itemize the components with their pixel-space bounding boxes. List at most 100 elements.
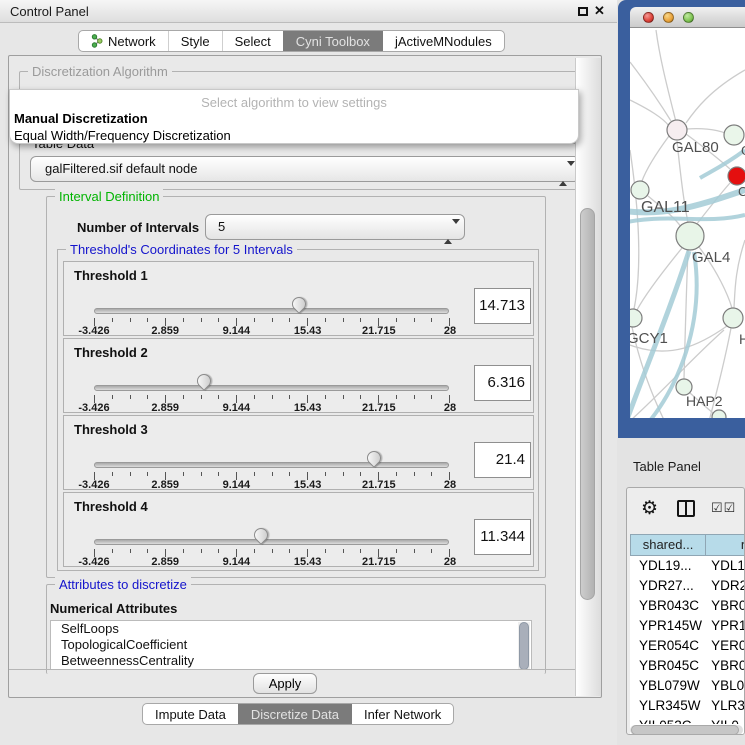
network-node[interactable] xyxy=(724,125,744,145)
tick xyxy=(130,395,131,399)
footer-divider xyxy=(9,669,601,670)
network-edge[interactable] xyxy=(687,129,725,133)
checkboxes-icon[interactable]: ☑☑ xyxy=(711,500,736,516)
tick xyxy=(431,318,432,322)
columns-icon[interactable] xyxy=(677,500,695,517)
float-panel-icon[interactable] xyxy=(578,7,588,16)
table-row-ylr345w[interactable]: YLR345WYLR3 xyxy=(630,696,745,716)
tick xyxy=(289,395,290,399)
tick xyxy=(147,395,148,399)
threshold-slider-track-4[interactable] xyxy=(94,539,449,545)
scale-label-28: 28 xyxy=(444,325,456,337)
table-row-ybl079w[interactable]: YBL079WYBL0 xyxy=(630,676,745,696)
minimize-window-icon[interactable] xyxy=(663,12,674,23)
cell-shared-name: YBR045C xyxy=(630,656,706,676)
threshold-value-field-2[interactable]: 6.316 xyxy=(474,365,531,401)
apply-button[interactable]: Apply xyxy=(253,673,317,694)
tick xyxy=(272,318,273,322)
table-row-ybr045c[interactable]: YBR045CYBR0 xyxy=(630,656,745,676)
attributes-list-scrollbar[interactable] xyxy=(518,622,530,670)
threshold-slider-track-1[interactable] xyxy=(94,308,449,314)
network-node[interactable] xyxy=(667,120,687,140)
tab-select[interactable]: Select xyxy=(222,31,283,51)
attribute-item-selfloops[interactable]: SelfLoops xyxy=(51,621,531,637)
cell-shared-name: YLR345W xyxy=(630,696,706,716)
cell-name: YDR2 xyxy=(706,576,745,596)
network-node[interactable] xyxy=(723,308,743,328)
network-node[interactable] xyxy=(712,410,726,418)
close-panel-icon[interactable]: ✕ xyxy=(594,3,605,19)
network-edge[interactable] xyxy=(637,248,682,310)
table-row-ydl19[interactable]: YDL19...YDL1 xyxy=(630,556,745,576)
attribute-item-betweennesscentrality[interactable]: BetweennessCentrality xyxy=(51,653,531,669)
cell-name: YBL0 xyxy=(706,676,745,696)
tab-impute-data[interactable]: Impute Data xyxy=(143,704,238,724)
network-node[interactable] xyxy=(728,167,745,185)
table-hscroll-thumb[interactable] xyxy=(631,725,739,735)
tick xyxy=(396,549,397,553)
network-canvas[interactable]: GAL80G.CGAL11GAL4GCY1HHAP2 xyxy=(630,28,745,418)
network-edge[interactable] xyxy=(734,240,745,308)
network-node[interactable] xyxy=(630,309,642,327)
network-edge[interactable] xyxy=(642,136,669,181)
threshold-slider-track-2[interactable] xyxy=(94,385,449,391)
group-title-discretization-algorithm: Discretization Algorithm xyxy=(28,64,172,79)
threshold-label-4: Threshold 4 xyxy=(74,499,148,514)
table-row-ydr27[interactable]: YDR27...YDR2 xyxy=(630,576,745,596)
close-window-icon[interactable] xyxy=(643,12,654,23)
node-label-gal80: GAL80 xyxy=(672,139,719,156)
dropdown-item-equal-width-frequency[interactable]: Equal Width/Frequency Discretization xyxy=(14,128,231,143)
tab-network[interactable]: Network xyxy=(79,31,168,51)
cell-name: YIL0 xyxy=(706,716,745,724)
tick xyxy=(112,549,113,553)
content-scrollbar[interactable] xyxy=(575,58,601,696)
tab-label-infer-network: Infer Network xyxy=(364,707,441,722)
attribute-item-topologicalcoefficient[interactable]: TopologicalCoefficient xyxy=(51,637,531,653)
table-row-ypr145w[interactable]: YPR145WYPR1 xyxy=(630,616,745,636)
network-node[interactable] xyxy=(631,181,649,199)
tab-infer-network[interactable]: Infer Network xyxy=(351,704,453,724)
threshold-slider-track-3[interactable] xyxy=(94,462,449,468)
slider-scale-labels: -3.4262.8599.14415.4321.71528 xyxy=(94,402,450,414)
table-panel-title: Table Panel xyxy=(633,459,701,474)
number-of-intervals-spinner[interactable]: 5 xyxy=(205,214,465,240)
network-edge[interactable] xyxy=(630,100,669,126)
cell-name: YBR0 xyxy=(706,596,745,616)
table-row-ybr043c[interactable]: YBR043CYBR0 xyxy=(630,596,745,616)
network-window-titlebar[interactable] xyxy=(630,7,745,28)
column-header-shared-name[interactable]: shared... xyxy=(630,534,706,556)
table-row-yer054c[interactable]: YER054CYER0 xyxy=(630,636,745,656)
threshold-label-2: Threshold 2 xyxy=(74,345,148,360)
network-edge[interactable] xyxy=(630,150,639,309)
group-title-attributes: Attributes to discretize xyxy=(55,577,191,592)
node-label-c: C xyxy=(738,184,745,199)
numerical-attributes-list[interactable]: SelfLoopsTopologicalCoefficientBetweenne… xyxy=(50,620,532,670)
tab-style[interactable]: Style xyxy=(168,31,222,51)
table-row-yil052c[interactable]: YIL052CYIL0 xyxy=(630,716,745,724)
threshold-value-field-1[interactable]: 14.713 xyxy=(474,288,531,324)
network-edge[interactable] xyxy=(656,30,676,122)
tab-cyni-toolbox[interactable]: Cyni Toolbox xyxy=(283,31,382,51)
tick xyxy=(289,472,290,476)
table-data-combobox[interactable]: galFiltered.sif default node xyxy=(30,156,580,182)
tab-discretize-data[interactable]: Discretize Data xyxy=(238,704,351,724)
network-edge[interactable] xyxy=(686,70,745,123)
content-scrollbar-thumb[interactable] xyxy=(580,208,595,600)
network-edge[interactable] xyxy=(630,62,671,121)
cell-shared-name: YBR043C xyxy=(630,596,706,616)
node-table: shared... n YDL19...YDL1YDR27...YDR2YBR0… xyxy=(630,534,745,734)
gear-icon[interactable]: ⚙ xyxy=(641,497,658,520)
threshold-value-field-3[interactable]: 21.4 xyxy=(474,442,531,478)
scale-label-9-144: 9.144 xyxy=(223,325,251,337)
group-title-interval-definition: Interval Definition xyxy=(55,189,163,204)
node-label-g: G. xyxy=(741,143,745,158)
tick xyxy=(396,395,397,399)
zoom-window-icon[interactable] xyxy=(683,12,694,23)
table-horizontal-scrollbar[interactable] xyxy=(630,725,743,735)
dropdown-item-manual-discretization[interactable]: Manual Discretization xyxy=(14,111,148,126)
tick xyxy=(360,472,361,476)
column-header-name[interactable]: n xyxy=(706,534,745,556)
tab-jactivemnodules[interactable]: jActiveMNodules xyxy=(382,31,504,51)
network-node[interactable] xyxy=(676,222,704,250)
threshold-value-field-4[interactable]: 11.344 xyxy=(474,519,531,555)
